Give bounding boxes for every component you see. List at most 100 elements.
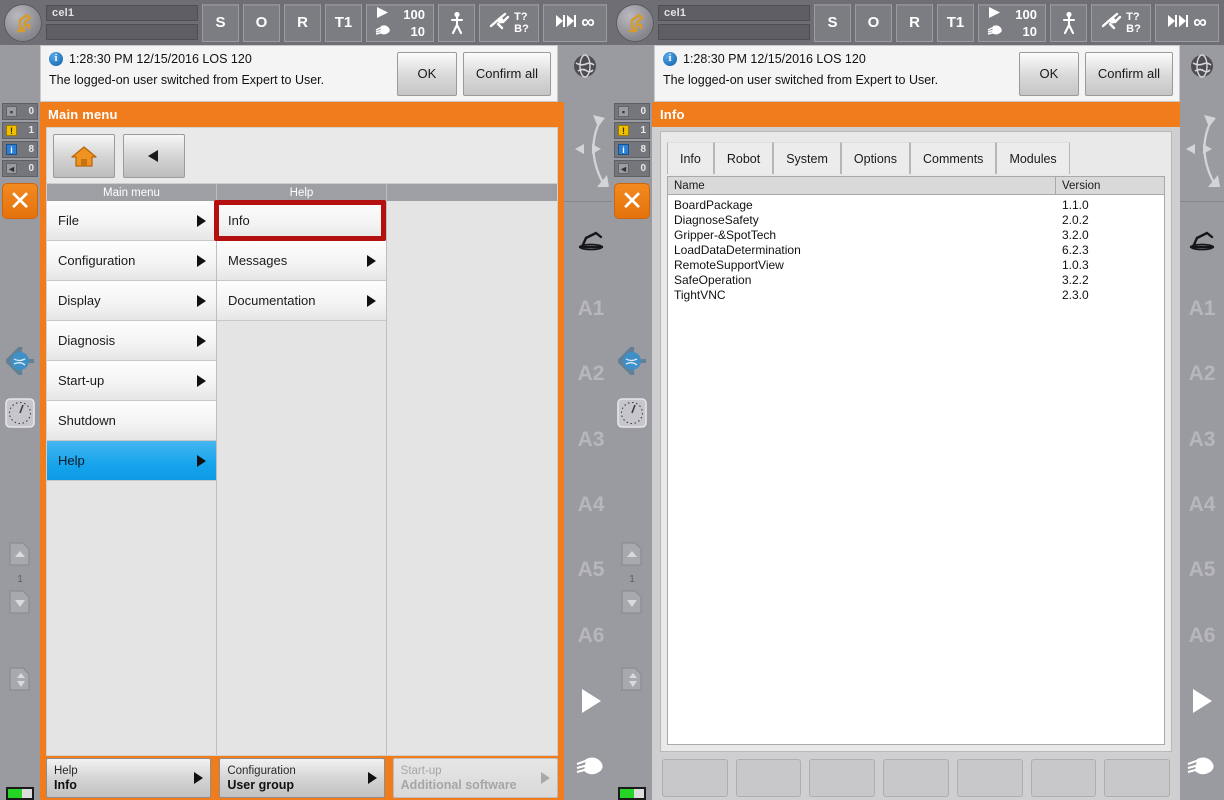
jog-arc-arrows-icon[interactable]: [564, 102, 612, 202]
program-subname-field[interactable]: [658, 24, 810, 40]
file-updown-icon[interactable]: [619, 666, 645, 697]
robot-axis-icon[interactable]: [576, 229, 606, 256]
axis-key-a3[interactable]: A3: [1189, 428, 1216, 452]
world-gear-icon[interactable]: [618, 347, 646, 380]
table-row[interactable]: RemoteSupportView 1.0.3: [668, 257, 1164, 272]
function-button-5[interactable]: [957, 759, 1023, 797]
program-subname-field[interactable]: [46, 24, 198, 40]
menu-item-display[interactable]: Display: [47, 281, 216, 321]
axis-key-a4[interactable]: A4: [578, 493, 605, 517]
clock-icon[interactable]: [617, 398, 647, 433]
axis-key-a6[interactable]: A6: [1189, 624, 1216, 648]
menu-item-help[interactable]: Help: [47, 441, 216, 481]
world-gear-icon[interactable]: [6, 347, 34, 380]
program-name-field[interactable]: cel1: [46, 5, 198, 21]
tab-system[interactable]: System: [773, 142, 841, 174]
table-row[interactable]: SafeOperation 3.2.2: [668, 272, 1164, 287]
globe-language-icon[interactable]: [1189, 53, 1215, 84]
back-arrow-icon[interactable]: [123, 134, 185, 178]
drives-state-button[interactable]: O: [855, 4, 892, 42]
tab-robot[interactable]: Robot: [714, 142, 773, 174]
tab-options[interactable]: Options: [841, 142, 910, 174]
info-message-counter[interactable]: i 8: [614, 141, 650, 158]
table-row[interactable]: TightVNC 2.3.0: [668, 287, 1164, 302]
kuka-robot-icon[interactable]: [4, 4, 42, 42]
wait-message-counter[interactable]: ◄ 0: [2, 160, 38, 177]
robot-axis-icon[interactable]: [1187, 229, 1217, 256]
globe-language-icon[interactable]: [572, 53, 598, 84]
ack-message-counter[interactable]: ▪ 0: [2, 103, 38, 120]
menu-item-file[interactable]: File: [47, 201, 216, 241]
confirm-all-button[interactable]: Confirm all: [463, 52, 551, 96]
function-button-4[interactable]: [883, 759, 949, 797]
table-row[interactable]: BoardPackage 1.1.0: [668, 197, 1164, 212]
override-button[interactable]: 100 10: [978, 4, 1046, 42]
axis-key-a2[interactable]: A2: [578, 362, 605, 386]
file-up-icon[interactable]: [7, 541, 33, 572]
submit-interpreter-button[interactable]: S: [202, 4, 239, 42]
tool-base-button[interactable]: T? B?: [479, 4, 539, 42]
axis-key-a4[interactable]: A4: [1189, 493, 1216, 517]
kuka-robot-icon[interactable]: [616, 4, 654, 42]
function-button-3[interactable]: [809, 759, 875, 797]
jog-arc-arrows-icon[interactable]: [1180, 102, 1224, 202]
menu-item-configuration[interactable]: Configuration: [47, 241, 216, 281]
jog-hand-icon[interactable]: [1187, 754, 1217, 781]
file-updown-icon[interactable]: [7, 666, 33, 697]
home-icon[interactable]: [53, 134, 115, 178]
info-message-counter[interactable]: i 8: [2, 141, 38, 158]
tab-comments[interactable]: Comments: [910, 142, 996, 174]
axis-key-a5[interactable]: A5: [578, 558, 605, 582]
axis-key-a2[interactable]: A2: [1189, 362, 1216, 386]
axis-key-a6[interactable]: A6: [578, 624, 605, 648]
column-header-version[interactable]: Version: [1056, 177, 1164, 194]
tab-info[interactable]: Info: [667, 142, 714, 174]
submenu-item-documentation[interactable]: Documentation: [217, 281, 386, 321]
file-down-icon[interactable]: [619, 589, 645, 620]
axis-key-a5[interactable]: A5: [1189, 558, 1216, 582]
file-up-icon[interactable]: [619, 541, 645, 572]
table-row[interactable]: DiagnoseSafety 2.0.2: [668, 212, 1164, 227]
wait-message-counter[interactable]: ◄ 0: [614, 160, 650, 177]
robot-interpreter-button[interactable]: R: [896, 4, 933, 42]
ack-message-counter[interactable]: ▪ 0: [614, 103, 650, 120]
axis-key-a1[interactable]: A1: [578, 297, 605, 321]
message-box[interactable]: i 1:28:30 PM 12/15/2016 LOS 120 The logg…: [654, 45, 1180, 102]
function-button-7[interactable]: [1104, 759, 1170, 797]
table-row[interactable]: Gripper-&SpotTech 3.2.0: [668, 227, 1164, 242]
submenu-item-messages[interactable]: Messages: [217, 241, 386, 281]
warning-message-counter[interactable]: ! 1: [614, 122, 650, 139]
ok-button[interactable]: OK: [1019, 52, 1079, 96]
menu-item-diagnosis[interactable]: Diagnosis: [47, 321, 216, 361]
robot-interpreter-button[interactable]: R: [284, 4, 321, 42]
close-icon[interactable]: ✕: [614, 183, 650, 219]
file-down-icon[interactable]: [7, 589, 33, 620]
drives-state-button[interactable]: O: [243, 4, 280, 42]
play-triangle-icon[interactable]: [582, 689, 601, 713]
column-header-name[interactable]: Name: [668, 177, 1056, 194]
table-row[interactable]: LoadDataDetermination 6.2.3: [668, 242, 1164, 257]
submenu-item-info[interactable]: Info: [217, 201, 386, 241]
tool-base-button[interactable]: T? B?: [1091, 4, 1151, 42]
confirm-all-button[interactable]: Confirm all: [1085, 52, 1173, 96]
menu-item-shutdown[interactable]: Shutdown: [47, 401, 216, 441]
walk-person-icon-button[interactable]: [1050, 4, 1087, 42]
status-btn-configuration-usergroup[interactable]: Configuration User group: [219, 758, 384, 798]
submit-interpreter-button[interactable]: S: [814, 4, 851, 42]
operating-mode-button[interactable]: T1: [325, 4, 362, 42]
walk-person-icon-button[interactable]: [438, 4, 475, 42]
status-btn-help-info[interactable]: Help Info: [46, 758, 211, 798]
function-button-2[interactable]: [736, 759, 802, 797]
function-button-1[interactable]: [662, 759, 728, 797]
axis-key-a3[interactable]: A3: [578, 428, 605, 452]
play-triangle-icon[interactable]: [1193, 689, 1212, 713]
operating-mode-button[interactable]: T1: [937, 4, 974, 42]
tab-modules[interactable]: Modules: [996, 142, 1069, 174]
program-name-field[interactable]: cel1: [658, 5, 810, 21]
message-box[interactable]: i 1:28:30 PM 12/15/2016 LOS 120 The logg…: [40, 45, 558, 102]
function-button-6[interactable]: [1031, 759, 1097, 797]
close-icon[interactable]: ✕: [2, 183, 38, 219]
warning-message-counter[interactable]: ! 1: [2, 122, 38, 139]
increment-jog-button[interactable]: ∞: [1155, 4, 1219, 42]
menu-item-startup[interactable]: Start-up: [47, 361, 216, 401]
